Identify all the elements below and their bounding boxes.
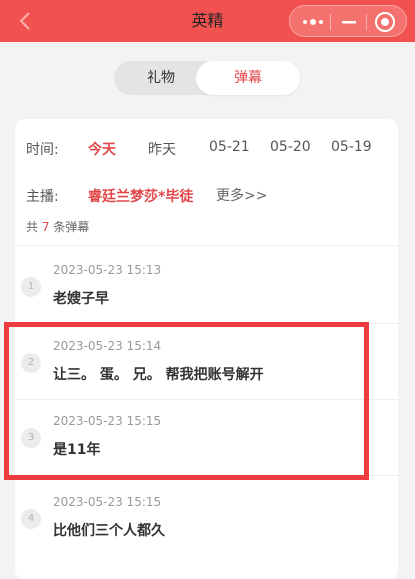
- anchor-name[interactable]: 睿廷兰梦莎*毕徒: [88, 186, 193, 206]
- list-item: 4 2023-05-23 15:15 比他们三个人都久: [15, 479, 398, 556]
- tab-switcher: 礼物 弹幕: [114, 61, 300, 95]
- message-time: 2023-05-23 15:13: [53, 263, 162, 277]
- tab-gift[interactable]: 礼物: [114, 61, 208, 95]
- more-dots-icon[interactable]: [301, 10, 325, 34]
- message-time: 2023-05-23 15:14: [53, 339, 162, 353]
- anchor-label: 主播:: [26, 189, 59, 205]
- message-time: 2023-05-23 15:15: [53, 495, 162, 509]
- date-option-0521[interactable]: 05-21: [209, 139, 250, 155]
- index-badge: 3: [21, 428, 41, 448]
- count-number: 7: [41, 220, 50, 234]
- capsule-divider: [330, 14, 331, 30]
- list-item: 1 2023-05-23 15:13 老嫂子早: [15, 247, 398, 324]
- message-text: 比他们三个人都久: [53, 523, 165, 539]
- tab-danmu[interactable]: 弹幕: [196, 61, 300, 95]
- danmu-count: 共 7 条弹幕: [26, 218, 89, 235]
- index-badge: 2: [21, 353, 41, 373]
- divider: [15, 475, 398, 476]
- message-text: 让三。 蛋。 兄。 帮我把账号解开: [53, 367, 264, 383]
- more-anchors-link[interactable]: 更多>>: [216, 185, 267, 205]
- divider: [15, 245, 398, 246]
- list-item: 3 2023-05-23 15:15 是11年: [15, 398, 398, 475]
- time-label: 时间:: [26, 142, 59, 158]
- message-time: 2023-05-23 15:15: [53, 414, 162, 428]
- date-option-0519[interactable]: 05-19: [331, 139, 372, 155]
- capsule-divider: [366, 14, 367, 30]
- count-prefix: 共: [26, 220, 39, 234]
- count-suffix: 条弹幕: [53, 220, 90, 234]
- list-item: 2 2023-05-23 15:14 让三。 蛋。 兄。 帮我把账号解开: [15, 323, 398, 400]
- message-text: 老嫂子早: [53, 291, 109, 307]
- index-badge: 1: [21, 277, 41, 297]
- danmu-card: 时间: 今天 昨天 05-21 05-20 05-19 主播: 睿廷兰梦莎*毕徒…: [15, 119, 398, 579]
- date-option-yesterday[interactable]: 昨天: [148, 139, 176, 159]
- date-option-0520[interactable]: 05-20: [270, 139, 311, 155]
- mini-program-capsule: [289, 5, 407, 37]
- index-badge: 4: [21, 509, 41, 529]
- target-circle-icon[interactable]: [373, 10, 397, 34]
- message-text: 是11年: [53, 442, 101, 458]
- date-option-today[interactable]: 今天: [88, 139, 116, 159]
- minus-icon[interactable]: [337, 10, 361, 34]
- title-bar: 英精: [0, 0, 415, 42]
